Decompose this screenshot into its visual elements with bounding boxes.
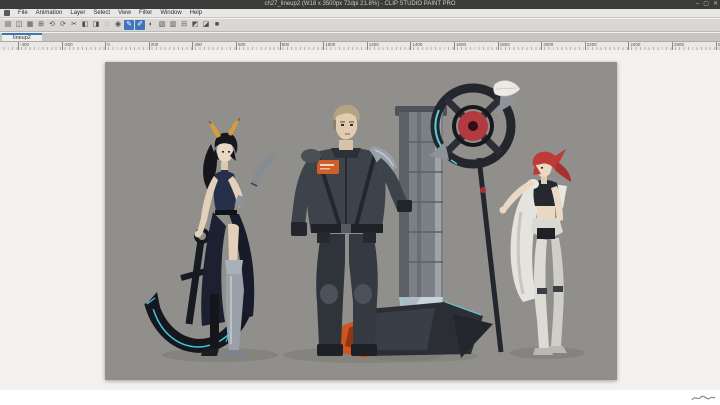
ruler-label: 2400 [628, 42, 640, 50]
watermark-mark [691, 395, 716, 401]
shadow-left [162, 348, 278, 362]
window-controls: – ▢ ✕ [696, 0, 718, 9]
material-panel-icon[interactable]: ◪ [201, 20, 211, 30]
ruler-label: 2000 [541, 42, 553, 50]
grid-toggle-icon[interactable]: ▥ [168, 20, 178, 30]
tabstrip: lineup2 [0, 33, 720, 42]
ruler-label: 1000 [323, 42, 335, 50]
ruler-label: 2200 [584, 42, 597, 50]
ruler-label: 0 [105, 42, 110, 50]
menubar-items: File Animation Layer Select View Filter Window… [18, 9, 202, 18]
ruler-label: 1400 [410, 42, 422, 50]
deselect-icon[interactable]: ◌ [102, 20, 112, 30]
window-title: ch27_lineup2 (W18 x 3500px 72dpi 21.8%) … [264, 1, 456, 7]
maximize-button[interactable]: ▢ [703, 0, 709, 9]
redo-icon[interactable]: ⟳ [58, 20, 68, 30]
ruler-label: 800 [279, 42, 289, 50]
video-frame: ch27_lineup2 (W18 x 3500px 72dpi 21.8%) … [0, 0, 720, 405]
tone-tool-icon[interactable]: ◐ [146, 20, 156, 30]
copy-icon[interactable]: ◧ [80, 20, 90, 30]
new-document-icon[interactable]: ▤ [3, 20, 13, 30]
document-tab-label: lineup2 [13, 35, 31, 41]
open-file-icon[interactable]: ◫ [14, 20, 24, 30]
settings-icon[interactable]: ■ [212, 20, 222, 30]
clip-studio-window: ch27_lineup2 (W18 x 3500px 72dpi 21.8%) … [0, 0, 720, 390]
ruler-label: 1600 [454, 42, 466, 50]
close-button[interactable]: ✕ [713, 0, 718, 9]
ruler-label: 2600 [672, 42, 684, 50]
canvas-viewport[interactable] [0, 50, 720, 390]
export-icon[interactable]: ⊞ [36, 20, 46, 30]
ruler-label: 200 [148, 42, 158, 50]
save-file-icon[interactable]: ▦ [25, 20, 35, 30]
ruler-label: -200 [61, 42, 73, 50]
menu-item-layer[interactable]: Layer [70, 9, 85, 18]
document-tab[interactable]: lineup2 [2, 33, 42, 41]
ruler-label: 400 [192, 42, 202, 50]
ruler-label: 2800 [715, 42, 720, 50]
document-canvas[interactable] [105, 62, 617, 380]
menu-item-file[interactable]: File [18, 9, 28, 18]
ruler-label: 600 [236, 42, 246, 50]
minimize-button[interactable]: – [696, 0, 699, 9]
undo-icon[interactable]: ⟲ [47, 20, 57, 30]
ruler-label: -400 [18, 42, 29, 50]
toolbar: ▤ ◫ ▦ ⊞ ⟲ ⟳ ✂ ◧ ◨ ◌ ◉ ✎ ✐ ◐ ▧ ▥ ⊟ ◩ ◪ ■ [0, 19, 720, 32]
snap-toggle-icon[interactable]: ◩ [190, 20, 200, 30]
menu-item-view[interactable]: View [118, 9, 131, 18]
ruler-label: 1200 [366, 42, 379, 50]
menu-item-animation[interactable]: Animation [36, 9, 63, 18]
cut-icon[interactable]: ✂ [69, 20, 79, 30]
ruler-toggle-icon[interactable]: ⊟ [179, 20, 189, 30]
ruler-label: 1800 [497, 42, 510, 50]
fill-tool-icon[interactable]: ◉ [113, 20, 123, 30]
menu-item-help[interactable]: Help [190, 9, 202, 18]
brush-tool-icon[interactable]: ✐ [135, 20, 145, 30]
pen-tool-icon[interactable]: ✎ [124, 20, 134, 30]
menu-item-filter[interactable]: Filter [139, 9, 152, 18]
paste-icon[interactable]: ◨ [91, 20, 101, 30]
menu-item-select[interactable]: Select [93, 9, 110, 18]
layer-panel-icon[interactable]: ▧ [157, 20, 167, 30]
app-icon [4, 10, 10, 16]
menu-item-window[interactable]: Window [160, 9, 181, 18]
artwork-character-lineup [105, 62, 617, 380]
menubar: File Animation Layer Select View Filter Window… [0, 9, 720, 18]
